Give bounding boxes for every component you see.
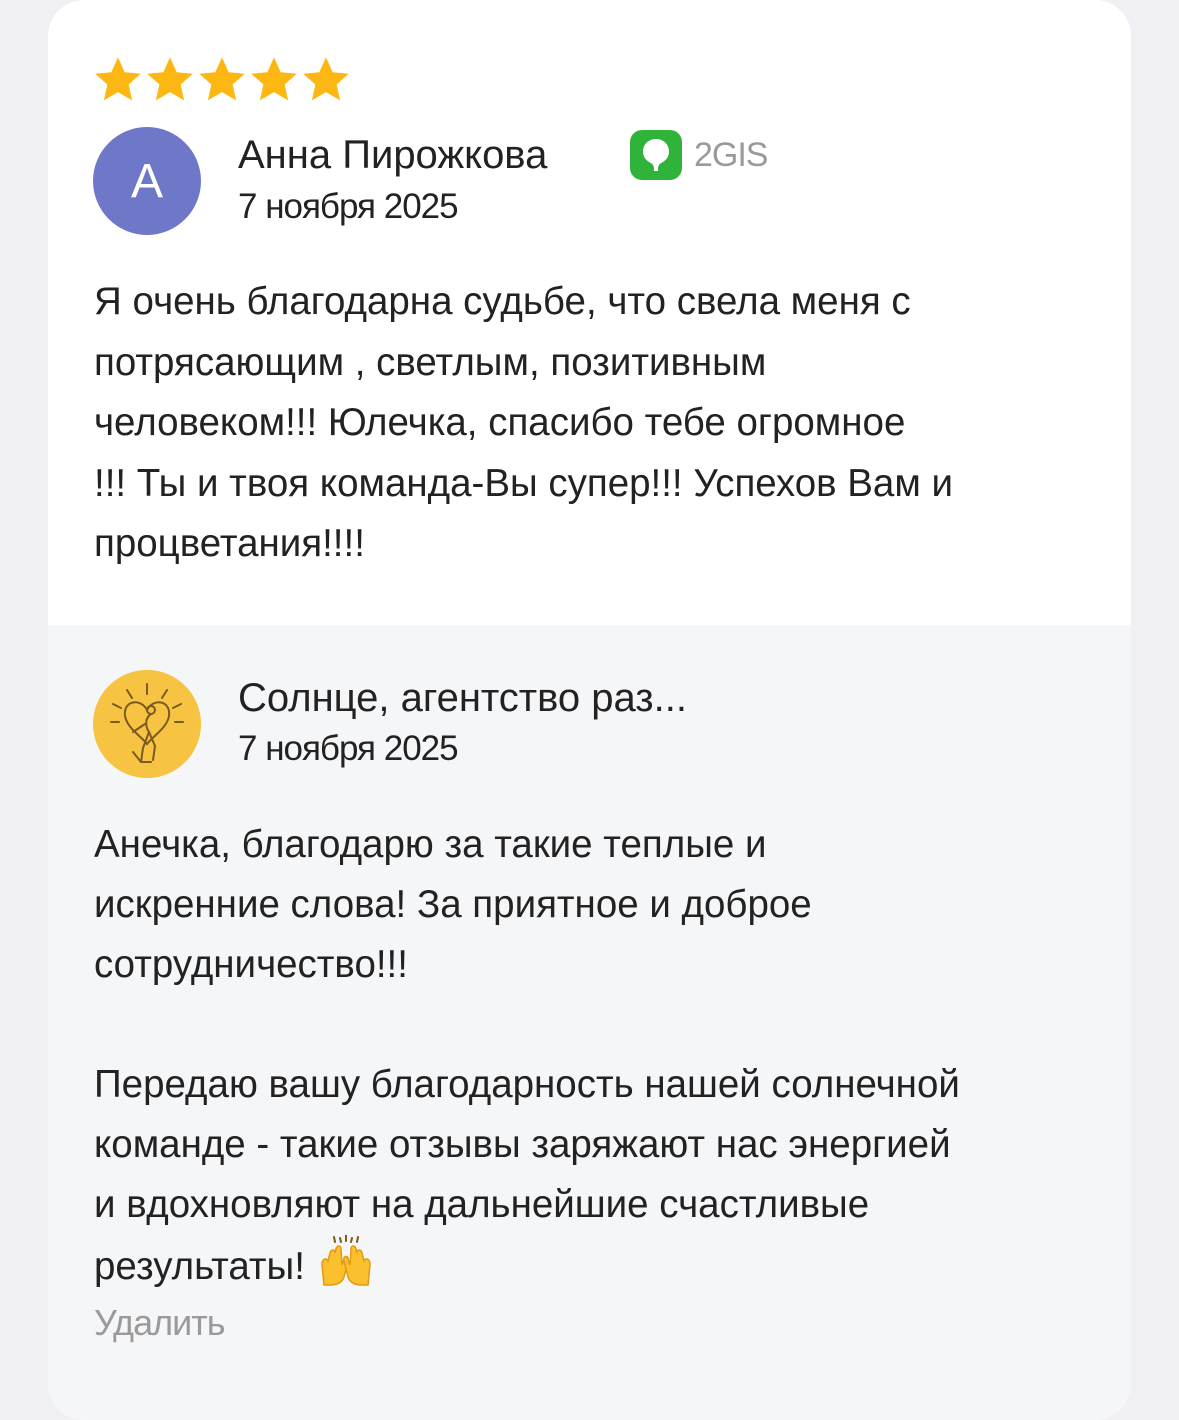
review-text: Я очень благодарна судьбе, что свела мен… [94,280,954,565]
2gis-logo-icon [630,130,682,180]
reply-text: Анечка, благодарю за такие теплые и искр… [94,815,1104,1297]
star-icon [199,57,245,101]
reply-date: 7 ноября 2025 [238,729,459,768]
review-section: А Анна Пирожкова 7 ноября 2025 2GIS Я оч… [48,0,1131,625]
organization-name[interactable]: Солнце, агентство раз... [238,674,687,722]
rating-stars [92,54,352,106]
author-name[interactable]: Анна Пирожкова [238,131,547,179]
organization-avatar[interactable] [93,670,201,778]
star-icon [147,57,193,101]
reply-text-body: Анечка, благодарю за такие теплые и искр… [94,823,960,1288]
star-icon [95,57,141,101]
review-card: А Анна Пирожкова 7 ноября 2025 2GIS Я оч… [48,0,1131,1420]
source-label: 2GIS [694,135,768,174]
author-avatar[interactable]: А [93,127,201,235]
source-badge: 2GIS [630,130,768,180]
review-date: 7 ноября 2025 [238,187,459,226]
raising-hands-emoji [320,1235,371,1286]
author-initial: А [130,154,163,208]
owner-reply-section: Солнце, агентство раз... 7 ноября 2025 А… [48,625,1131,1420]
star-icon [251,57,297,101]
sun-heart-logo-icon [93,670,201,778]
delete-button[interactable]: Удалить [94,1302,225,1344]
star-icon [303,57,349,101]
